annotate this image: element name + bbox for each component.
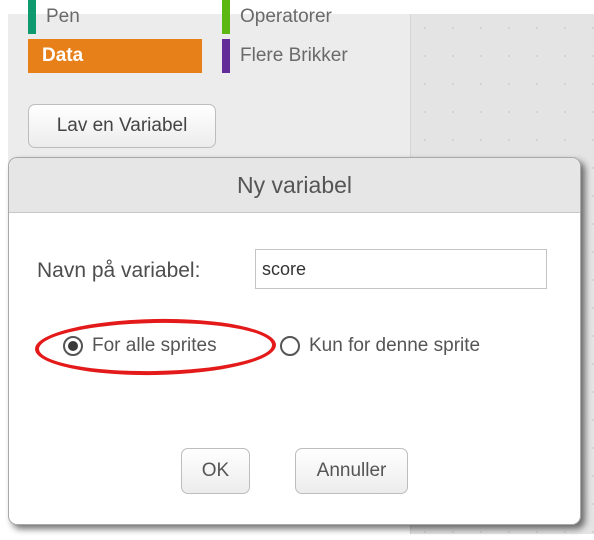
- option-this-sprite[interactable]: Kun for denne sprite: [280, 335, 480, 357]
- new-variable-dialog: Ny variabel Navn på variabel: For alle s…: [8, 157, 581, 525]
- operators-color-swatch: [222, 0, 230, 34]
- category-data-label: Data: [42, 45, 84, 66]
- category-operators[interactable]: Operatorer: [222, 0, 332, 34]
- dialog-titlebar[interactable]: Ny variabel: [9, 158, 580, 213]
- category-more-blocks-label: Flere Brikker: [240, 45, 348, 66]
- make-variable-button[interactable]: Lav en Variabel: [28, 104, 216, 148]
- option-this-sprite-label: Kun for denne sprite: [309, 335, 481, 356]
- variable-name-label: Navn på variabel:: [37, 259, 201, 282]
- option-all-sprites[interactable]: For alle sprites: [63, 335, 217, 357]
- option-all-sprites-label: For alle sprites: [92, 335, 217, 356]
- radio-button-unchecked-icon[interactable]: [280, 336, 300, 356]
- variable-name-input[interactable]: [255, 249, 547, 289]
- more-blocks-color-swatch: [222, 39, 230, 73]
- ok-button[interactable]: OK: [181, 448, 250, 494]
- dialog-title: Ny variabel: [236, 171, 353, 198]
- category-data[interactable]: Data: [28, 39, 202, 73]
- category-pen-label: Pen: [46, 6, 80, 27]
- category-pen[interactable]: Pen: [28, 0, 80, 34]
- category-operators-label: Operatorer: [240, 6, 332, 27]
- pen-color-swatch: [28, 0, 36, 34]
- category-more-blocks[interactable]: Flere Brikker: [222, 39, 348, 73]
- block-palette: Pen Operatorer Data Flere Brikker: [8, 0, 410, 174]
- cancel-button[interactable]: Annuller: [295, 448, 408, 494]
- radio-button-checked-icon[interactable]: [63, 336, 83, 356]
